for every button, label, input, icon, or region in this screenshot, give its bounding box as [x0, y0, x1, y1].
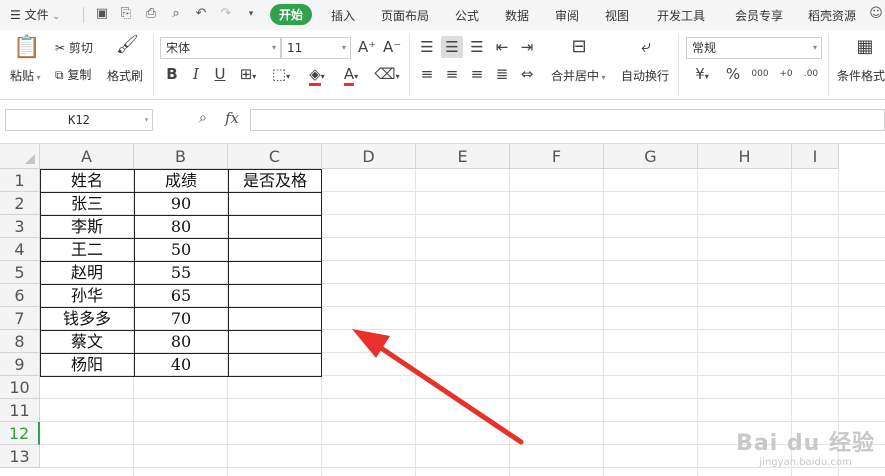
tab-review[interactable]: 审阅	[555, 7, 579, 24]
font-size-select[interactable]: 11 ▾	[281, 37, 351, 59]
print-icon[interactable]: ⎙	[143, 6, 159, 22]
tab-view[interactable]: 视图	[605, 7, 629, 24]
decrease-decimal-button[interactable]: .00	[800, 65, 822, 83]
conditional-format-icon[interactable]: ▦	[853, 38, 877, 56]
divider	[678, 34, 679, 96]
output-icon[interactable]: ⎘	[118, 6, 134, 22]
font-color-icon[interactable]: A▾	[340, 65, 362, 86]
currency-button[interactable]: ¥▾	[690, 65, 714, 86]
chevron-down-icon: ⌄	[52, 12, 60, 22]
fx-button[interactable]: fx	[225, 109, 239, 127]
watermark-brand: Bai du 经验	[736, 431, 875, 456]
name-box-value: K12	[68, 113, 90, 127]
tab-docer[interactable]: 稻壳资源	[808, 7, 856, 24]
indent-icon[interactable]: ⇥	[518, 38, 536, 56]
tab-page-layout[interactable]: 页面布局	[381, 7, 429, 24]
menu-bar: ☰ 文件 ⌄ ▣ ⎘ ⎙ ⌕ ↶ ↷ ▾ 开始 插入 页面布局 公式 数据 审阅…	[0, 0, 885, 30]
cut-button[interactable]: ✂ 剪切	[55, 39, 93, 56]
chevron-down-icon: ▾	[812, 43, 817, 52]
more-icon[interactable]: ☺	[868, 6, 884, 22]
eraser-icon[interactable]: ⌫▾	[374, 65, 400, 86]
increase-font-icon[interactable]: A⁺	[358, 38, 376, 56]
chevron-down-icon: ▾	[271, 43, 276, 52]
merge-center-button[interactable]: 合并居中 ▾	[551, 67, 606, 84]
divider	[828, 34, 829, 96]
divider	[153, 34, 154, 96]
ribbon: 📋 粘贴 ▾ ✂ 剪切 ⧉ 复制 🖌 格式刷 宋体 ▾ 11 ▾ A⁺ A⁻ B…	[0, 30, 885, 100]
merge-center-label: 合并居中	[551, 69, 600, 83]
percent-button[interactable]: %	[724, 65, 742, 83]
redo-icon[interactable]: ↷	[218, 6, 234, 22]
increase-decimal-button[interactable]: +0	[776, 65, 796, 83]
file-menu[interactable]: ☰ 文件 ⌄	[10, 6, 60, 23]
justify-icon[interactable]: ≣	[493, 65, 511, 83]
align-center-icon[interactable]: ≡	[443, 65, 461, 83]
format-painter-button[interactable]: 格式刷	[107, 67, 143, 84]
align-bottom-icon[interactable]: ☰	[468, 38, 486, 56]
align-left-icon[interactable]: ≡	[418, 65, 436, 83]
tab-data[interactable]: 数据	[505, 7, 529, 24]
cell-style-icon[interactable]: ⬚▾	[270, 65, 292, 86]
align-top-icon[interactable]: ☰	[418, 38, 436, 56]
save-icon[interactable]: ▣	[94, 6, 110, 22]
chevron-down-icon: ▾	[144, 115, 149, 124]
formula-input[interactable]	[250, 109, 885, 131]
currency-label: ¥	[695, 65, 705, 83]
thousands-button[interactable]: 000	[749, 65, 771, 83]
italic-button[interactable]: I	[188, 65, 204, 83]
copy-icon: ⧉	[55, 68, 68, 82]
tab-insert[interactable]: 插入	[331, 7, 355, 24]
watermark: Bai du 经验 jingyan.baidu.com	[736, 425, 875, 468]
align-right-icon[interactable]: ≡	[468, 65, 486, 83]
brush-icon[interactable]: 🖌	[116, 36, 139, 54]
print-preview-icon[interactable]: ⌕	[168, 6, 184, 22]
tab-developer[interactable]: 开发工具	[657, 7, 705, 24]
copy-button[interactable]: ⧉ 复制	[55, 66, 91, 83]
border-icon[interactable]: ⊞▾	[237, 65, 259, 86]
tab-member[interactable]: 会员专享	[735, 7, 783, 24]
cut-label: 剪切	[68, 41, 93, 55]
decrease-font-icon[interactable]: A⁻	[383, 38, 401, 56]
fill-color-icon[interactable]: ◈▾	[306, 65, 328, 86]
divider	[409, 34, 410, 96]
outdent-icon[interactable]: ⇤	[493, 38, 511, 56]
font-name-value: 宋体	[166, 41, 191, 55]
wrap-text-icon[interactable]: ⤶	[633, 38, 659, 56]
undo-icon[interactable]: ↶	[193, 6, 209, 22]
paste-icon[interactable]: 📋	[13, 36, 40, 60]
bold-button[interactable]: B	[164, 65, 180, 83]
quick-access-dropdown-icon[interactable]: ▾	[243, 6, 259, 22]
underline-button[interactable]: U	[212, 65, 228, 83]
hamburger-icon: ☰	[10, 8, 21, 22]
conditional-format-button[interactable]: 条件格式	[837, 67, 885, 84]
file-menu-label: 文件	[24, 8, 49, 22]
wrap-text-button[interactable]: 自动换行	[621, 67, 669, 84]
copy-label: 复制	[67, 68, 92, 82]
divider	[83, 7, 84, 23]
zoom-icon[interactable]: ⌕	[199, 110, 207, 126]
chevron-down-icon: ▾	[341, 43, 346, 52]
tab-home[interactable]: 开始	[270, 4, 313, 25]
number-format-value: 常规	[692, 41, 717, 55]
paste-button[interactable]: 粘贴 ▾	[10, 67, 41, 84]
font-name-select[interactable]: 宋体 ▾	[160, 37, 281, 59]
name-box[interactable]: K12 ▾	[5, 109, 153, 131]
distributed-icon[interactable]: ⇔	[518, 65, 536, 83]
merge-icon[interactable]: ⊟	[566, 38, 592, 56]
formula-bar: K12 ▾ ⌕ fx	[0, 100, 885, 144]
align-middle-icon[interactable]: ☰	[441, 36, 463, 58]
scissors-icon: ✂	[55, 41, 69, 55]
tab-formulas[interactable]: 公式	[455, 7, 479, 24]
paste-label: 粘贴	[10, 69, 35, 83]
number-format-select[interactable]: 常规 ▾	[686, 37, 822, 59]
font-size-value: 11	[287, 41, 303, 55]
spreadsheet-grid: ABCDEFGHI 1 2 3 4 5 6 7 8 9 10 11 12 13 姓名 成绩 是否及格 张三 90…	[0, 144, 885, 476]
watermark-url: jingyan.baidu.com	[759, 457, 852, 468]
